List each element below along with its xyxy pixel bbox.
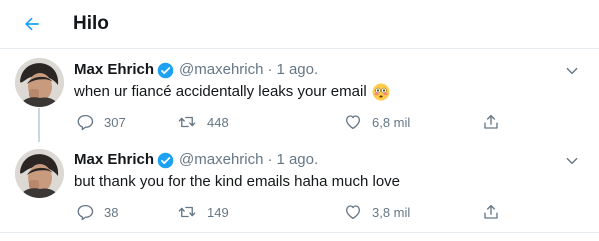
- author-name[interactable]: Max Ehrich: [74, 60, 154, 80]
- like-button[interactable]: 6,8 mil: [344, 112, 410, 132]
- tweet-text-content: when ur fiancé accidentally leaks your e…: [74, 83, 367, 100]
- separator-dot: ·: [267, 151, 273, 168]
- like-button[interactable]: 3,8 mil: [344, 202, 410, 222]
- verified-badge-icon: [157, 152, 174, 169]
- retweet-count: 149: [207, 204, 229, 220]
- tweet-text: but thank you for the kind emails haha m…: [74, 172, 400, 192]
- tweet-header: Max Ehrich @maxehrich · 1 ago.: [74, 150, 318, 170]
- like-count: 6,8 mil: [372, 114, 411, 130]
- heart-icon: [345, 115, 361, 130]
- avatar-photo: [15, 58, 64, 107]
- like-count: 3,8 mil: [372, 204, 411, 220]
- tweet[interactable]: Max Ehrich @maxehrich · 1 ago. but thank…: [0, 140, 599, 233]
- reply-button[interactable]: 38: [76, 202, 118, 222]
- author-handle[interactable]: @maxehrich: [179, 60, 263, 80]
- tweet-menu-button[interactable]: [563, 62, 581, 80]
- tweet-timestamp[interactable]: 1 ago.: [276, 150, 318, 170]
- separator-dot: ·: [267, 61, 273, 78]
- thread-header: Hilo: [0, 0, 599, 49]
- tweet-actions: 38 149 3,8 mil: [74, 202, 504, 222]
- reply-icon: [77, 204, 94, 221]
- reply-count: 307: [104, 114, 126, 130]
- author-handle[interactable]: @maxehrich: [179, 150, 263, 170]
- retweet-count: 448: [207, 114, 229, 130]
- heart-icon: [345, 205, 361, 220]
- chevron-down-icon: [566, 157, 578, 165]
- retweet-button[interactable]: 149: [177, 202, 229, 222]
- thread-connector-line: [38, 108, 40, 142]
- chevron-down-icon: [566, 67, 578, 75]
- tweet-timestamp[interactable]: 1 ago.: [276, 60, 318, 80]
- tweet-text-content: but thank you for the kind emails haha m…: [74, 173, 401, 190]
- tweet-header: Max Ehrich @maxehrich · 1 ago.: [74, 60, 318, 80]
- verified-badge-icon: [157, 62, 174, 79]
- retweet-icon: [178, 116, 196, 128]
- author-name[interactable]: Max Ehrich: [74, 150, 154, 170]
- share-icon: [484, 204, 498, 219]
- share-button[interactable]: [482, 112, 500, 132]
- tweet[interactable]: Max Ehrich @maxehrich · 1 ago. when ur f…: [0, 50, 599, 140]
- share-button[interactable]: [482, 202, 500, 222]
- retweet-icon: [178, 206, 196, 218]
- retweet-button[interactable]: 448: [177, 112, 229, 132]
- avatar[interactable]: [15, 58, 64, 107]
- back-button[interactable]: [20, 12, 44, 36]
- reply-button[interactable]: 307: [76, 112, 126, 132]
- tweet-text: when ur fiancé accidentally leaks your e…: [74, 82, 390, 102]
- reply-count: 38: [104, 204, 119, 220]
- reply-icon: [77, 114, 94, 131]
- avatar-photo: [15, 149, 64, 198]
- flushed-face-emoji-icon: [372, 83, 390, 101]
- tweet-actions: 307 448 6,8 mil: [74, 112, 504, 132]
- avatar[interactable]: [15, 149, 64, 198]
- arrow-left-icon: [25, 17, 39, 31]
- share-icon: [484, 114, 498, 129]
- page-title: Hilo: [73, 13, 109, 34]
- tweet-menu-button[interactable]: [563, 152, 581, 170]
